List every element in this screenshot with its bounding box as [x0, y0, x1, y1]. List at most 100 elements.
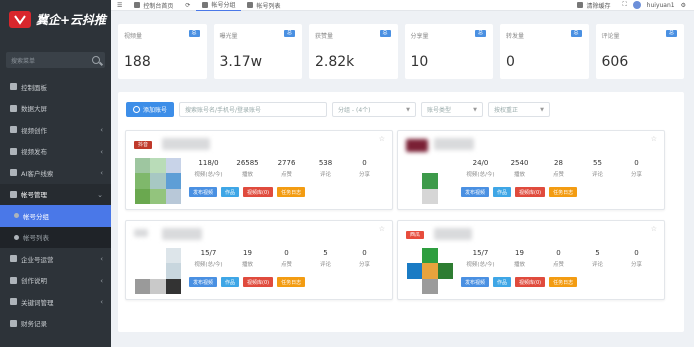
task-log-button[interactable]: 任务日志: [277, 277, 306, 287]
works-button[interactable]: 作品: [221, 277, 240, 287]
account-avatar-blurred: [134, 229, 148, 237]
card-actions: 发布视频 作品 视频库(0) 任务日志: [461, 277, 578, 287]
account-avatar: [407, 248, 453, 294]
stats-row: 视频量总 188 曝光量总 3.17w 获赞量总 2.82k 分享量总 10 转发量总 0…: [118, 24, 684, 79]
metric-shares: 0 分享: [358, 159, 370, 178]
username[interactable]: huiyuan1: [647, 2, 675, 9]
total-badge: 总: [666, 30, 677, 37]
total-badge: 总: [284, 30, 295, 37]
logo-text: 冀企+云抖推: [36, 12, 107, 27]
publish-video-button[interactable]: 发布视频: [189, 277, 218, 287]
chevron-left-icon: ‹: [100, 126, 103, 134]
metric-likes: 0 点赞: [552, 249, 564, 268]
chevron-down-icon: ▼: [540, 106, 545, 113]
refresh-icon[interactable]: ⟳: [179, 0, 196, 11]
task-log-button[interactable]: 任务日志: [549, 277, 578, 287]
sidebar-item-ai-leads[interactable]: AI客户线索 ‹: [0, 162, 111, 184]
star-icon[interactable]: ☆: [379, 225, 385, 233]
sidebar-item-creation-notes[interactable]: 创作说明 ‹: [0, 270, 111, 292]
account-search-input[interactable]: 搜索账号名/手机号/登录账号: [179, 102, 328, 117]
add-account-button[interactable]: 添加账号: [126, 102, 175, 117]
card-metrics: 15/7 视频(总/今) 19 播放 0 点赞 5 评论 0 分享: [189, 249, 384, 268]
account-icon: [10, 190, 17, 198]
stat-value: 0: [506, 54, 515, 70]
star-icon[interactable]: ☆: [379, 135, 385, 143]
keyword-icon: [10, 298, 17, 306]
task-log-button[interactable]: 任务日志: [549, 187, 578, 197]
metric-videos: 24/0 视频(总/今): [466, 159, 495, 178]
group-select[interactable]: 分组 - (4个) ▼: [332, 102, 417, 117]
search-icon[interactable]: [92, 56, 100, 64]
dashboard-icon: [10, 83, 17, 91]
works-button[interactable]: 作品: [493, 277, 512, 287]
sidebar: 冀企+云抖推 搜索菜单 控制面板 数据大屏 视频创作 ‹ 视频发布 ‹ AI客户线索…: [0, 0, 111, 347]
metric-shares: 0 分享: [630, 159, 642, 178]
avatar[interactable]: [632, 1, 641, 9]
finance-icon: [10, 319, 17, 327]
account-avatar-blurred: [406, 139, 428, 152]
sidebar-item-video-publish[interactable]: 视频发布 ‹: [0, 141, 111, 163]
total-badge: 总: [570, 30, 582, 37]
account-avatar: [407, 158, 453, 204]
sort-select[interactable]: 按权重正 ▼: [488, 102, 551, 117]
sidebar-item-finance[interactable]: 财务记录: [0, 313, 111, 335]
video-library-button[interactable]: 视频库(0): [515, 187, 546, 197]
star-icon[interactable]: ☆: [651, 135, 657, 143]
metric-likes: 28 点赞: [552, 159, 564, 178]
main-content: 视频量总 188 曝光量总 3.17w 获赞量总 2.82k 分享量总 10 转发量总 0…: [118, 24, 684, 332]
settings-icon[interactable]: ⚙: [681, 2, 686, 9]
video-library-button[interactable]: 视频库(0): [515, 277, 546, 287]
tab-account-group[interactable]: 帐号分组: [196, 0, 242, 11]
chevron-left-icon: ‹: [100, 169, 103, 177]
sidebar-item-enterprise-ops[interactable]: 企业号运营 ‹: [0, 248, 111, 270]
sidebar-menu: 控制面板 数据大屏 视频创作 ‹ 视频发布 ‹ AI客户线索 ‹ 帐号管理 ⌄ 帐号分组…: [0, 76, 111, 334]
metric-plays: 26585 播放: [236, 159, 259, 178]
metric-likes: 0 点赞: [280, 249, 292, 268]
notes-icon: [10, 276, 17, 284]
works-button[interactable]: 作品: [493, 187, 512, 197]
stat-value: 606: [601, 54, 629, 70]
clear-cache-button[interactable]: 清除缓存: [571, 0, 616, 11]
metric-comments: 538 评论: [318, 159, 333, 178]
account-name-blurred: [434, 138, 474, 150]
sidebar-item-account-group[interactable]: 帐号分组: [0, 205, 111, 227]
metric-shares: 0 分享: [358, 249, 370, 268]
tab-dashboard[interactable]: 控制台首页: [128, 0, 179, 11]
sidebar-item-account-mgmt[interactable]: 帐号管理 ⌄: [0, 183, 111, 205]
fullscreen-icon[interactable]: ⛶: [622, 1, 626, 9]
chevron-left-icon: ‹: [100, 255, 103, 263]
card-metrics: 15/7 视频(总/今) 19 播放 0 点赞 5 评论 0 分享: [461, 249, 656, 268]
menu-toggle-icon[interactable]: ☰: [111, 0, 128, 11]
topbar: ☰ 控制台首页 ⟳ 帐号分组 帐号列表 清除缓存 ⛶ huiyuan1 ⚙: [111, 0, 694, 11]
chevron-down-icon: ▼: [473, 106, 478, 113]
add-icon: [133, 106, 140, 113]
sidebar-item-account-list[interactable]: 帐号列表: [0, 226, 111, 248]
sidebar-item-dashboard[interactable]: 控制面板: [0, 76, 111, 98]
task-log-button[interactable]: 任务日志: [277, 187, 306, 197]
video-library-button[interactable]: 视频库(0): [243, 277, 274, 287]
stat-value: 2.82k: [315, 54, 355, 70]
trash-icon: [577, 2, 584, 8]
platform-badge: 西瓜: [406, 231, 425, 239]
video-library-button[interactable]: 视频库(0): [243, 187, 274, 197]
video-icon: [10, 126, 17, 134]
stat-card-likes: 获赞量总 2.82k: [309, 24, 398, 79]
dashboard-icon: [134, 2, 141, 8]
sidebar-search[interactable]: 搜索菜单: [6, 52, 105, 68]
star-icon[interactable]: ☆: [651, 225, 657, 233]
metric-videos: 15/7 视频(总/今): [194, 249, 223, 268]
works-button[interactable]: 作品: [221, 187, 240, 197]
tab-account-list[interactable]: 帐号列表: [241, 0, 286, 11]
app-logo[interactable]: 冀企+云抖推: [0, 0, 111, 38]
account-avatar: [135, 248, 181, 294]
stat-card-shares: 分享量总 10: [404, 24, 493, 79]
publish-video-button[interactable]: 发布视频: [461, 187, 490, 197]
sidebar-item-data-screen[interactable]: 数据大屏: [0, 98, 111, 120]
sidebar-item-video-create[interactable]: 视频创作 ‹: [0, 119, 111, 141]
publish-video-button[interactable]: 发布视频: [461, 277, 490, 287]
metric-comments: 55 评论: [591, 159, 603, 178]
sidebar-item-keyword-mgmt[interactable]: 关键词管理 ‹: [0, 291, 111, 313]
account-name-blurred: [434, 228, 472, 240]
account-type-select[interactable]: 账号类型 ▼: [421, 102, 484, 117]
publish-video-button[interactable]: 发布视频: [189, 187, 218, 197]
